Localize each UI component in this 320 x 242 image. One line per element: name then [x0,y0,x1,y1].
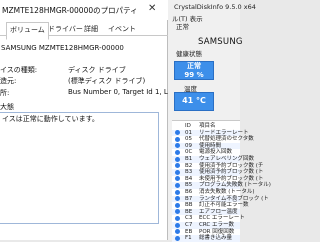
status-dot-icon [175,229,180,235]
smart-attribute-name: 総書き込み量 [199,235,233,242]
properties-title: MZMTE128HMGR-00000のプロパティ [2,6,138,15]
health-state: 正常 [187,62,201,70]
device-name: SAMSUNG MZMTE128HMGR-00000 [1,44,124,52]
device-type-label: イスの種類: [0,66,38,74]
device-type-value: ディスク ドライブ [68,66,126,74]
smart-attribute-name: プログラム失敗数 (トータル) [199,182,271,189]
smart-attribute-name: ECC エラーレート [199,215,245,222]
smart-attribute-id: B6 [185,189,193,195]
smart-attribute-id: ID [185,123,191,129]
health-status-badge: 正常 99 % [174,61,214,80]
status-dot-icon [175,149,180,155]
smart-attribute-id: C7 [185,222,193,228]
smart-attribute-id: B4 [185,175,193,182]
smart-attribute-name: 訂正不可能エラー数 [199,202,249,209]
manufacturer-label: 造元: [0,77,17,85]
device-properties-window: MZMTE128HMGR-00000のプロパティ ✕ ボリューム ドライバー 詳… [0,0,184,240]
smart-attribute-id: BB [185,202,193,209]
smart-row[interactable]: C7 CRC エラー数 [172,222,240,229]
smart-row[interactable]: 0C 電源投入回数 [172,149,240,156]
smart-attribute-id: EB [185,228,193,235]
smart-attribute-id: 01 [185,129,192,136]
smart-attribute-id: 0C [185,149,193,156]
tab-events[interactable]: イベント [108,24,136,34]
health-percent: 99 % [184,71,204,79]
smart-attribute-id: C3 [185,215,193,222]
status-dot-icon [175,156,180,162]
drive-model: SAMSUNG [198,37,243,47]
temperature-badge: 41 °C [174,92,214,111]
smart-attribute-id: B7 [185,195,193,202]
smart-attribute-name: 項目名 [199,123,216,129]
smart-row[interactable]: F1 総書き込み量 [172,235,240,242]
properties-titlebar: MZMTE128HMGR-00000のプロパティ ✕ [0,0,168,20]
device-status-text: イスは正常に動作しています。 [2,115,99,123]
status-dot-icon [175,176,180,182]
smart-attribute-id: 09 [185,142,192,149]
status-dot-icon [175,209,180,215]
smart-row[interactable]: B3 使用済予約ブロック数 (ト [172,169,263,176]
smart-row[interactable]: B6 消去失敗数 (トータル) [172,189,255,196]
location-value: Bus Number 0, Target Id 1, LUN 0 [68,88,185,96]
status-dot-icon [175,196,180,202]
status-dot-icon [175,182,180,188]
device-status-label: 大態 [0,103,14,111]
smart-attribute-name: ウェアレベリング回数 [199,156,255,162]
device-status-textbox[interactable] [0,112,159,224]
crystaldiskinfo-window: CrystalDiskInfo 9.5.0 x64 ル(T) 表示 正常 SAM… [168,0,271,242]
status-dot-icon [175,143,180,149]
smart-attribute-id: B1 [185,156,193,162]
smart-attribute-id: F1 [185,235,192,242]
smart-attribute-id: B2 [185,162,193,169]
tab-volume[interactable]: ボリューム [6,22,49,40]
smart-attribute-name: 使用済予約ブロック数 (ト [199,169,264,176]
status-dot-icon [175,215,180,221]
tab-details[interactable]: 詳細 [84,24,98,34]
status-dot-icon [175,136,180,142]
status-dot-icon [175,202,180,208]
smart-attribute-name: 消去失敗数 (トータル) [199,189,255,195]
smart-row[interactable]: C3 ECC エラーレート [172,215,245,222]
cdi-title: CrystalDiskInfo 9.5.0 x64 [174,3,256,11]
smart-attribute-name: 電源投入回数 [199,149,233,156]
health-label: 健康状態 [176,50,202,58]
status-dot-icon [175,163,180,169]
smart-attribute-name: CRC エラー数 [199,222,234,228]
smart-attribute-id: B5 [185,182,193,189]
smart-attributes-table[interactable]: ID 項目名 01 リードエラーレート 05 代替処理済のセクタ数 09 使用時間 0C 電源投入… [172,120,271,242]
smart-header-row[interactable]: ID 項目名 [172,123,240,130]
close-icon[interactable]: ✕ [148,3,156,14]
smart-attribute-id: BE [185,208,193,215]
smart-row[interactable]: B1 ウェアレベリング回数 [172,156,254,163]
status-dot-icon [175,130,180,136]
tab-driver[interactable]: ドライバー [48,24,83,34]
smart-attribute-id: B3 [185,169,193,176]
drive-selector-status[interactable]: 正常 [176,21,189,31]
smart-row[interactable]: 05 代替処理済のセクタ数 [172,136,254,143]
smart-row[interactable]: B5 プログラム失敗数 (トータル) [172,182,271,189]
status-dot-icon [175,222,180,228]
temperature-value: 41 °C [182,96,206,105]
status-dot-icon [175,189,180,195]
smart-attribute-id: 05 [185,136,192,143]
location-label: 所: [0,89,10,97]
status-dot-icon [175,169,180,175]
smart-attribute-name: 代替処理済のセクタ数 [199,136,254,143]
smart-row[interactable]: BB 訂正不可能エラー数 [172,202,249,209]
manufacturer-value: (標準ディスク ドライブ) [68,77,146,85]
